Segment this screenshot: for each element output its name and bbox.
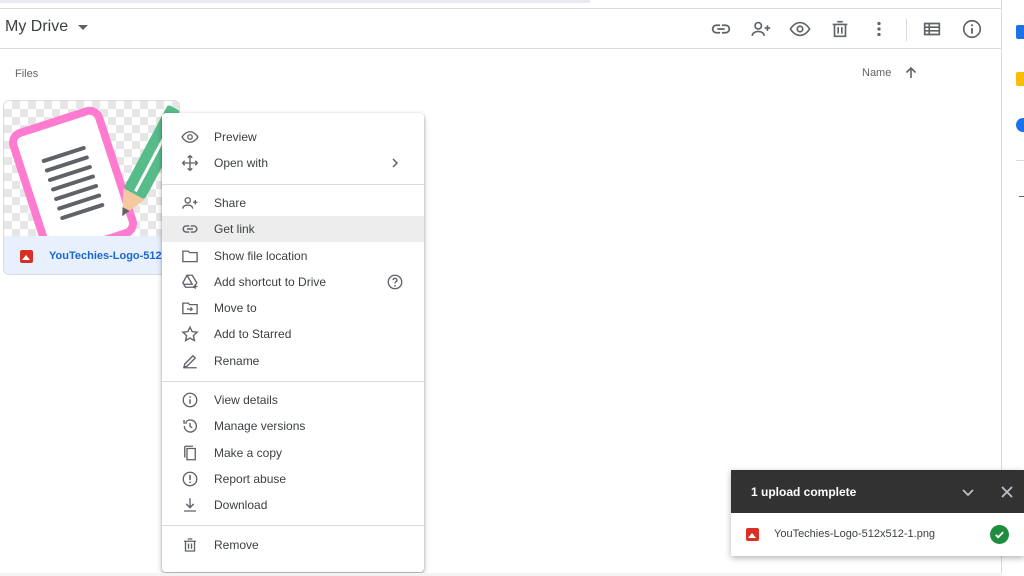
more-vert-icon[interactable]	[867, 17, 891, 41]
menu-item-label: Report abuse	[214, 472, 287, 486]
menu-item-download[interactable]: Download	[162, 492, 424, 518]
link-icon	[181, 220, 199, 238]
file-thumbnail	[4, 101, 179, 260]
person-add-icon[interactable]	[749, 17, 773, 41]
tasks-icon[interactable]	[1016, 118, 1024, 132]
menu-item-label: Get link	[214, 222, 255, 236]
drive-shortcut-icon	[181, 273, 199, 291]
copy-icon	[181, 444, 199, 462]
pencil-icon	[181, 352, 199, 370]
menu-item-rename[interactable]: Rename	[162, 348, 424, 374]
trash-icon	[181, 536, 199, 554]
menu-item-label: Rename	[214, 354, 260, 368]
menu-item-label: Manage versions	[214, 419, 306, 433]
page-title: My Drive	[5, 18, 69, 35]
image-file-icon	[746, 528, 759, 541]
menu-item-open-with[interactable]: Open with	[162, 150, 424, 176]
menu-item-label: Add shortcut to Drive	[214, 275, 327, 289]
top-strip	[0, 0, 1002, 9]
folder-icon	[181, 247, 199, 265]
uploaded-file-name: YouTechies-Logo-512x512-1.png	[774, 528, 936, 540]
menu-item-label: Share	[214, 196, 247, 210]
menu-item-label: Show file location	[214, 249, 308, 263]
file-card-footer: YouTechies-Logo-512x512-1.png	[4, 236, 179, 274]
check-circle-icon	[990, 525, 1009, 544]
move-to-folder-icon	[181, 299, 199, 317]
menu-item-label: Download	[214, 498, 268, 512]
menu-item-preview[interactable]: Preview	[162, 124, 424, 150]
upload-toast-header: 1 upload complete	[731, 470, 1024, 513]
eye-icon[interactable]	[788, 17, 812, 41]
drive-header: My Drive	[0, 9, 1002, 49]
upload-toast: 1 upload complete YouTechies-Logo-512x51…	[731, 470, 1024, 556]
menu-item-add-shortcut[interactable]: Add shortcut to Drive	[162, 269, 424, 295]
menu-item-make-a-copy[interactable]: Make a copy	[162, 440, 424, 466]
link-icon[interactable]	[709, 17, 733, 41]
arrow-up-icon	[906, 67, 917, 78]
add-addon-icon[interactable]	[1019, 196, 1024, 197]
menu-item-label: View details	[214, 393, 278, 407]
menu-item-view-details[interactable]: View details	[162, 387, 424, 413]
download-icon	[181, 496, 199, 514]
file-name: YouTechies-Logo-512x512-1.png	[49, 250, 179, 262]
report-icon	[181, 470, 199, 488]
close-icon[interactable]	[997, 482, 1017, 502]
menu-item-label: Open with	[214, 156, 269, 170]
menu-divider	[162, 525, 424, 526]
menu-item-remove[interactable]: Remove	[162, 532, 424, 558]
eye-icon	[181, 128, 199, 146]
menu-item-label: Preview	[214, 130, 257, 144]
menu-item-label: Make a copy	[214, 446, 283, 460]
image-file-icon	[20, 249, 33, 263]
file-card[interactable]: YouTechies-Logo-512x512-1.png	[3, 100, 180, 275]
menu-divider	[162, 184, 424, 185]
upload-list-item[interactable]: YouTechies-Logo-512x512-1.png	[731, 513, 1024, 556]
top-progress-bar	[0, 0, 590, 3]
logo-image	[9, 105, 179, 260]
files-section-label: Files	[15, 68, 39, 80]
menu-item-label: Remove	[214, 538, 259, 552]
menu-divider	[162, 381, 424, 382]
star-icon	[181, 325, 199, 343]
menu-item-label: Add to Starred	[214, 327, 292, 341]
keep-icon[interactable]	[1016, 72, 1024, 86]
chevron-down-icon[interactable]	[958, 482, 978, 502]
person-add-icon	[181, 194, 199, 212]
menu-item-label: Move to	[214, 301, 257, 315]
chevron-right-icon	[386, 154, 404, 172]
context-menu: Preview Open with Share Get link Show fi…	[162, 113, 424, 572]
my-drive-dropdown[interactable]: My Drive	[5, 18, 89, 36]
move-arrows-icon	[181, 154, 199, 172]
help-icon[interactable]	[386, 273, 404, 291]
menu-item-add-to-starred[interactable]: Add to Starred	[162, 321, 424, 347]
history-icon	[181, 417, 199, 435]
menu-item-move-to[interactable]: Move to	[162, 295, 424, 321]
menu-item-manage-versions[interactable]: Manage versions	[162, 413, 424, 439]
calendar-icon[interactable]	[1016, 25, 1024, 39]
trash-icon[interactable]	[828, 17, 852, 41]
caret-down-icon	[78, 24, 89, 30]
header-divider	[906, 19, 907, 41]
menu-item-report-abuse[interactable]: Report abuse	[162, 466, 424, 492]
side-panel-divider	[1016, 160, 1024, 161]
info-icon[interactable]	[960, 17, 984, 41]
list-view-icon[interactable]	[920, 17, 944, 41]
sort-label: Name	[862, 67, 892, 79]
sort-by-name-button[interactable]: Name	[862, 67, 917, 79]
upload-toast-title: 1 upload complete	[751, 485, 857, 499]
info-icon	[181, 391, 199, 409]
menu-item-share[interactable]: Share	[162, 190, 424, 216]
menu-item-show-file-location[interactable]: Show file location	[162, 243, 424, 269]
menu-item-get-link[interactable]: Get link	[162, 216, 424, 242]
